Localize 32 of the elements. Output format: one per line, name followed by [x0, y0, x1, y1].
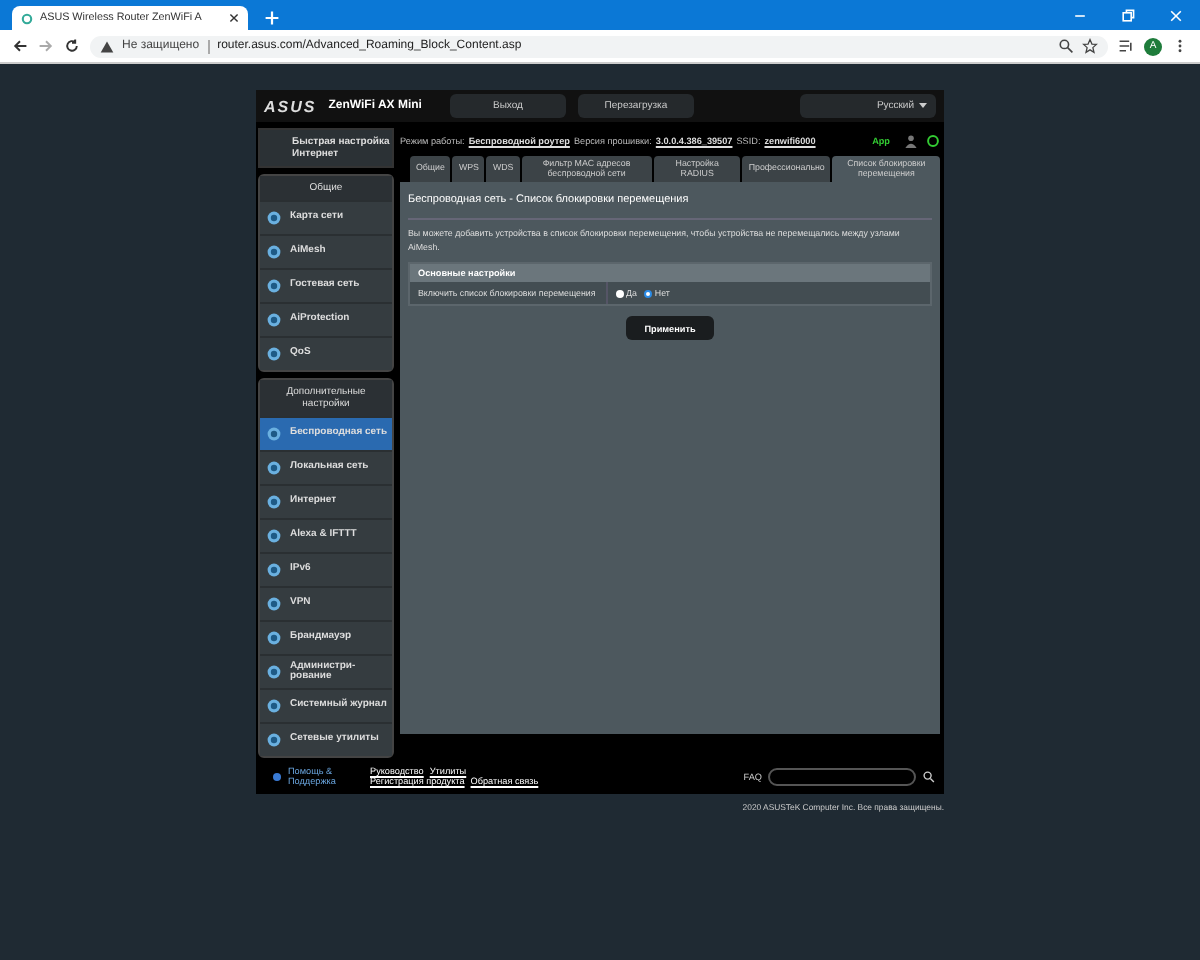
- circle-icon: [266, 494, 282, 510]
- circle-icon: [266, 346, 282, 362]
- circle-icon: [266, 426, 282, 442]
- circle-icon: [266, 562, 282, 578]
- faq-search-field[interactable]: [768, 767, 916, 785]
- playlist-icon[interactable]: [1118, 38, 1134, 54]
- circle-icon: [266, 244, 282, 260]
- reload-icon[interactable]: [64, 38, 80, 54]
- star-icon[interactable]: [1082, 38, 1098, 54]
- circle-icon: [266, 732, 282, 748]
- logo: ASUS: [264, 97, 317, 115]
- question-icon: [272, 771, 282, 781]
- circle-icon: [266, 698, 282, 714]
- caret-icon: [918, 100, 928, 111]
- radio-button[interactable]: [644, 289, 653, 298]
- warning-icon: [100, 39, 114, 53]
- circle-icon: [266, 664, 282, 680]
- back-icon[interactable]: [12, 38, 28, 54]
- circle-icon: [266, 278, 282, 294]
- radio-button[interactable]: [616, 289, 624, 298]
- new-tab-icon[interactable]: [264, 10, 280, 26]
- circle-icon: [266, 596, 282, 612]
- circle-icon: [266, 528, 282, 544]
- zoom-icon[interactable]: [1058, 38, 1074, 54]
- circle-icon: [266, 630, 282, 646]
- close-icon[interactable]: [228, 12, 240, 24]
- circle-icon: [266, 210, 282, 226]
- circle-icon: [266, 312, 282, 328]
- restore-icon[interactable]: [1120, 8, 1136, 24]
- circle-icon: [266, 460, 282, 476]
- search-icon[interactable]: [922, 769, 936, 783]
- person-icon[interactable]: [904, 134, 918, 148]
